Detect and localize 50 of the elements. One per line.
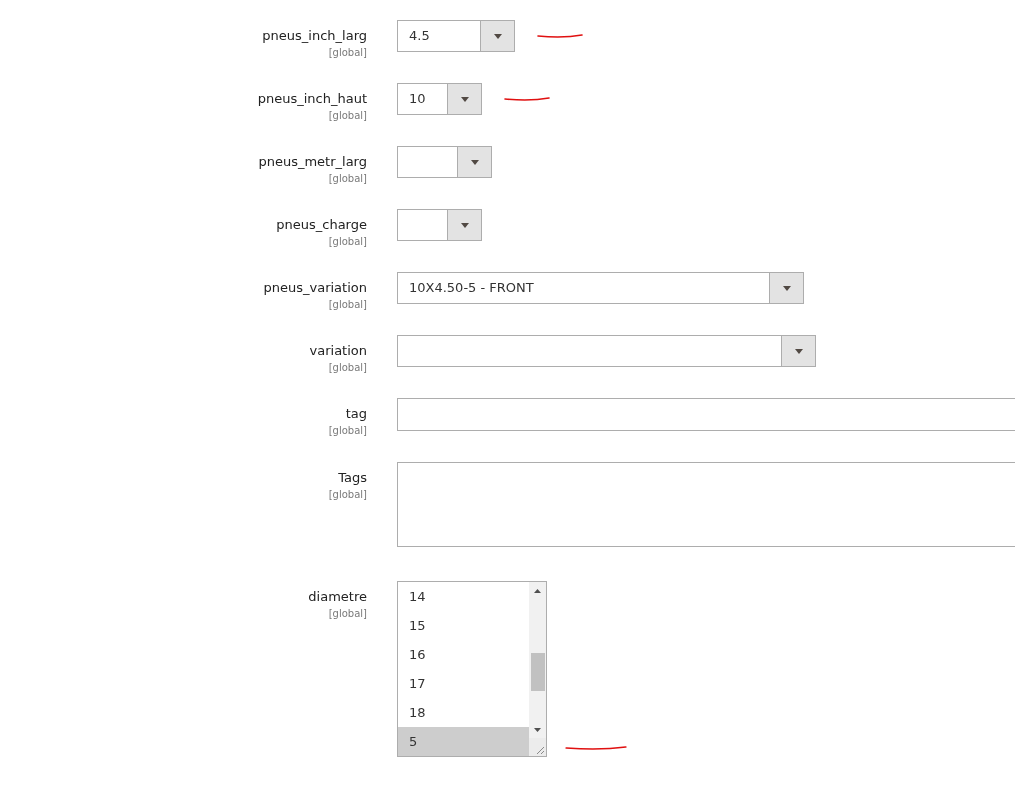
scope-label: [global] [328, 424, 367, 437]
scrollbar-thumb[interactable] [530, 653, 545, 691]
scope-label: [global] [328, 109, 367, 122]
dropdown-field[interactable] [397, 146, 492, 178]
field-label: tag [345, 405, 367, 423]
caret-icon [794, 348, 803, 354]
dropdown-field[interactable]: 4.5 [397, 20, 515, 52]
dropdown-toggle[interactable] [447, 210, 481, 240]
caret-icon [493, 33, 502, 39]
list-option[interactable]: 5 [398, 727, 529, 756]
field-label: Tags [338, 469, 367, 487]
scope-label: [global] [328, 298, 367, 311]
list-option[interactable]: 15 [398, 611, 529, 640]
dropdown-toggle[interactable] [480, 21, 514, 51]
field-label: pneus_metr_larg [258, 153, 367, 171]
caret-icon [470, 159, 479, 165]
dropdown-field[interactable]: 10X4.50-5 - FRONT [397, 272, 804, 304]
input-field[interactable] [397, 398, 1015, 431]
scroll-up-icon[interactable] [534, 589, 541, 593]
list-option[interactable]: 18 [398, 698, 529, 727]
scroll-down-icon[interactable] [534, 728, 541, 732]
caret-icon [460, 222, 469, 228]
field-label: pneus_charge [276, 216, 367, 234]
multiselect-list[interactable]: 14 15 16 17 18 5 [397, 581, 547, 757]
textarea-field[interactable] [397, 462, 1015, 547]
dropdown-toggle[interactable] [781, 336, 815, 366]
scope-label: [global] [328, 607, 367, 620]
list-option[interactable]: 14 [398, 582, 529, 611]
field-label: pneus_inch_larg [262, 27, 367, 45]
dropdown-field[interactable]: 10 [397, 83, 482, 115]
scope-label: [global] [328, 46, 367, 59]
list-option[interactable]: 16 [398, 640, 529, 669]
dropdown-toggle[interactable] [457, 147, 491, 177]
scrollbar[interactable] [529, 582, 546, 738]
field-label: pneus_variation [263, 279, 367, 297]
field-label: diametre [308, 588, 367, 606]
dropdown-toggle[interactable] [769, 273, 803, 303]
dropdown-field[interactable] [397, 335, 816, 367]
list-option[interactable]: 17 [398, 669, 529, 698]
field-label: variation [309, 342, 367, 360]
caret-icon [460, 96, 469, 102]
dropdown-toggle[interactable] [447, 84, 481, 114]
scope-label: [global] [328, 172, 367, 185]
scope-label: [global] [328, 235, 367, 248]
resize-grip-icon[interactable] [529, 738, 546, 756]
field-label: pneus_inch_haut [257, 90, 367, 108]
scope-label: [global] [328, 488, 367, 501]
dropdown-field[interactable] [397, 209, 482, 241]
scope-label: [global] [328, 361, 367, 374]
caret-icon [782, 285, 791, 291]
